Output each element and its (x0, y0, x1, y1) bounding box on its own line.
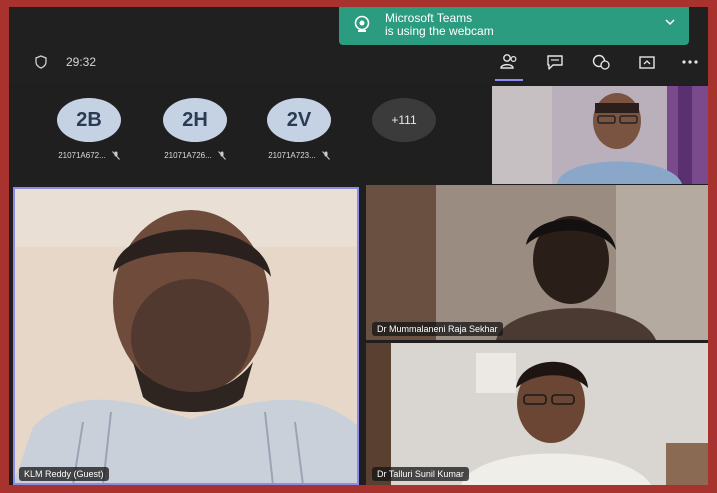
more-participants-count: +111 (372, 98, 436, 142)
participant-name-tag: KLM Reddy (Guest) (19, 467, 109, 481)
mic-muted-icon (217, 151, 226, 161)
participant-name: 21071A726... (164, 151, 212, 160)
more-participants-tile[interactable]: +111 (358, 98, 450, 178)
more-options-icon[interactable] (679, 51, 701, 73)
participant-name-tag: Dr Mummalaneni Raja Sekhar (372, 322, 503, 336)
webcam-notification[interactable]: Microsoft Teams is using the webcam (339, 7, 689, 45)
participant-name: 21071A723... (268, 151, 316, 160)
video-feed (13, 187, 359, 485)
shield-icon (35, 55, 47, 69)
chat-icon[interactable] (544, 51, 566, 73)
video-tile-middle-right[interactable]: Dr Mummalaneni Raja Sekhar (366, 185, 708, 340)
webcam-icon (354, 15, 370, 32)
notification-title: Microsoft Teams (385, 11, 473, 25)
participants-active-indicator (495, 79, 523, 81)
active-speaker-tile[interactable]: KLM Reddy (Guest) (13, 187, 359, 485)
mic-muted-icon (321, 151, 330, 161)
participants-icon[interactable] (498, 51, 520, 73)
notification-message: is using the webcam (385, 24, 494, 38)
video-feed (492, 86, 708, 184)
video-tile-top-right[interactable] (492, 86, 708, 184)
video-feed (366, 343, 708, 485)
chevron-down-icon[interactable] (665, 17, 675, 27)
video-feed (366, 185, 708, 340)
mic-muted-icon (111, 151, 120, 161)
share-tray-icon[interactable] (636, 51, 658, 73)
participant-avatar-tile[interactable]: 2H 21071A726... (149, 98, 241, 178)
meeting-timer: 29:32 (66, 55, 97, 69)
avatar: 2H (163, 98, 227, 142)
video-tile-bottom-right[interactable]: Dr Talluri Sunil Kumar (366, 343, 708, 485)
participant-name: 21071A672... (58, 151, 106, 160)
avatar: 2V (267, 98, 331, 142)
participant-avatar-tile[interactable]: 2V 21071A723... (253, 98, 345, 178)
teams-meeting-window: Microsoft Teams is using the webcam 29:3… (9, 7, 708, 485)
participant-strip: 2B 21071A672... 2H 21071A726... 2V 21071… (9, 84, 491, 185)
participant-name-tag: Dr Talluri Sunil Kumar (372, 467, 469, 481)
meeting-toolbar: Microsoft Teams is using the webcam 29:3… (9, 7, 708, 84)
participant-avatar-tile[interactable]: 2B 21071A672... (43, 98, 135, 178)
reactions-icon[interactable] (590, 51, 612, 73)
avatar: 2B (57, 98, 121, 142)
